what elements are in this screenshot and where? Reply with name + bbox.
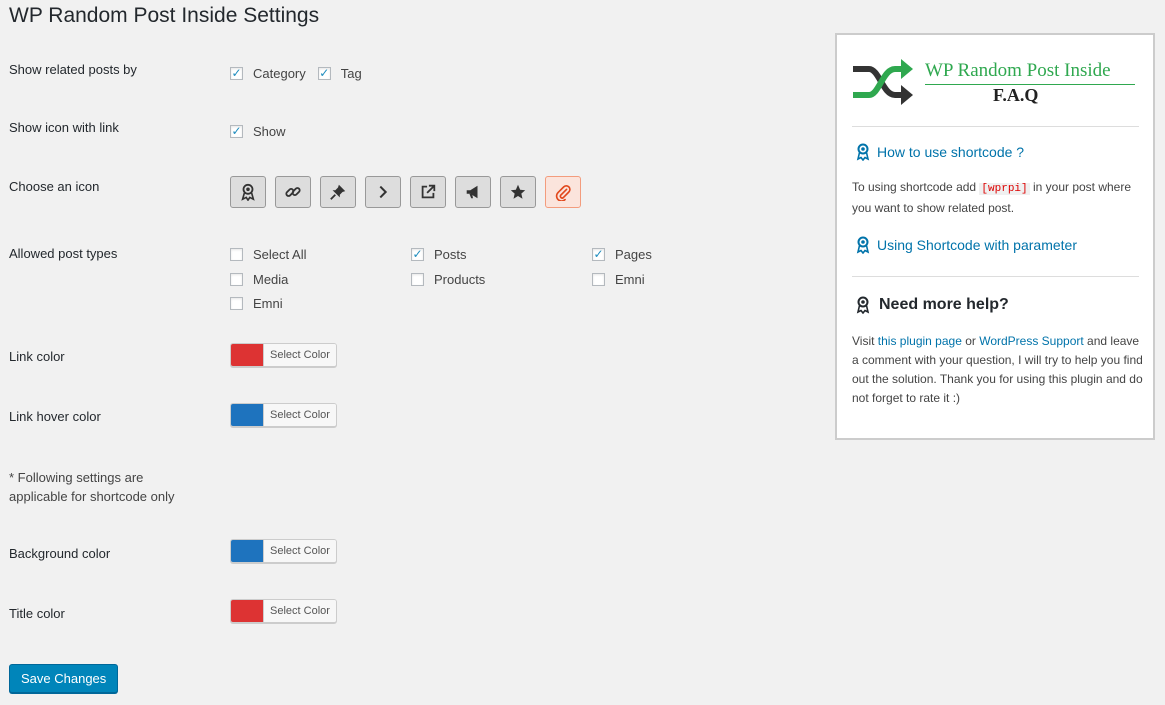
emni-label: Emni xyxy=(615,272,645,287)
icon-option-link[interactable] xyxy=(275,176,311,208)
pin-icon xyxy=(330,184,346,200)
link-color-swatch xyxy=(231,344,263,366)
link-icon xyxy=(285,187,301,197)
star-icon xyxy=(510,184,526,199)
plugin-page-link[interactable]: this plugin page xyxy=(878,334,962,348)
related-by-options: ✓ Category ✓ Tag xyxy=(230,66,362,81)
related-by-label: Show related posts by xyxy=(9,62,137,77)
check-icon: ✓ xyxy=(593,247,604,261)
chevron-right-icon xyxy=(379,185,388,199)
brand-subtitle: F.A.Q xyxy=(993,85,1039,105)
show-icon-option: ✓ Show xyxy=(230,124,286,139)
pages-label: Pages xyxy=(615,247,652,262)
products-checkbox[interactable] xyxy=(411,273,424,286)
award-icon xyxy=(856,296,870,314)
choose-icon-label: Choose an icon xyxy=(9,179,100,194)
wordpress-support-link[interactable]: WordPress Support xyxy=(979,334,1084,348)
link-color-label: Link color xyxy=(9,349,65,364)
select-color-button[interactable]: Select Color xyxy=(263,600,336,622)
faq-panel: WP Random Post Inside F.A.Q How to use s… xyxy=(835,33,1155,440)
show-icon-label: Show icon with link xyxy=(9,120,119,135)
media-label: Media xyxy=(253,272,289,287)
emni-label-2: Emni xyxy=(253,296,283,311)
background-color-picker[interactable]: Select Color xyxy=(230,539,337,563)
shortcode-instructions: To using shortcode add [wprpi] in your p… xyxy=(852,178,1147,218)
shortcode-code: [wprpi] xyxy=(979,183,1030,195)
megaphone-icon xyxy=(466,185,478,199)
posts-label: Posts xyxy=(434,247,467,262)
icon-option-chevron[interactable] xyxy=(365,176,401,208)
shortcode-parameter-label: Using Shortcode with parameter xyxy=(877,237,1077,253)
show-icon-checkbox-label: Show xyxy=(253,124,286,139)
tag-checkbox[interactable]: ✓ xyxy=(317,66,331,80)
title-color-picker[interactable]: Select Color xyxy=(230,599,337,623)
background-color-label: Background color xyxy=(9,546,111,561)
help-title: Need more help? xyxy=(855,296,1009,314)
brand-title: WP Random Post Inside xyxy=(925,60,1111,81)
paperclip-icon xyxy=(555,185,571,201)
help-text: Visit this plugin page or WordPress Supp… xyxy=(852,332,1147,408)
check-icon: ✓ xyxy=(231,124,242,138)
emni-checkbox-2[interactable] xyxy=(230,297,243,310)
divider xyxy=(852,276,1139,277)
award-icon xyxy=(241,183,255,201)
link-hover-color-label: Link hover color xyxy=(9,409,101,424)
icon-option-award[interactable] xyxy=(230,176,266,208)
link-hover-color-swatch xyxy=(231,404,263,426)
products-label: Products xyxy=(434,272,486,287)
category-checkbox[interactable]: ✓ xyxy=(230,67,243,80)
category-checkbox-label: Category xyxy=(253,66,306,81)
help-text-visit: Visit xyxy=(852,334,878,348)
posts-checkbox[interactable]: ✓ xyxy=(411,248,424,261)
instructions-text-start: To using shortcode add xyxy=(852,180,980,194)
shortcode-parameter-link[interactable]: Using Shortcode with parameter xyxy=(855,236,1077,254)
pages-checkbox[interactable]: ✓ xyxy=(592,248,605,261)
icon-option-external[interactable] xyxy=(410,176,446,208)
award-icon xyxy=(856,143,870,161)
icon-option-star[interactable] xyxy=(500,176,536,208)
page-title: WP Random Post Inside Settings xyxy=(9,4,320,27)
tag-checkbox-label: Tag xyxy=(340,66,362,81)
help-title-label: Need more help? xyxy=(879,296,1009,313)
select-all-checkbox[interactable] xyxy=(230,248,243,261)
how-to-use-shortcode-link[interactable]: How to use shortcode ? xyxy=(855,143,1024,161)
select-color-button[interactable]: Select Color xyxy=(263,540,336,562)
how-to-use-shortcode-label: How to use shortcode ? xyxy=(877,144,1025,160)
shortcode-note: * Following settings are applicable for … xyxy=(9,470,175,504)
shuffle-logo-icon xyxy=(853,59,913,105)
check-icon: ✓ xyxy=(412,247,423,261)
select-all-label: Select All xyxy=(253,247,307,262)
link-hover-color-picker[interactable]: Select Color xyxy=(230,403,337,427)
title-color-swatch xyxy=(231,600,263,622)
show-icon-checkbox[interactable]: ✓ xyxy=(230,125,243,138)
icon-option-pin[interactable] xyxy=(320,176,356,208)
external-link-icon xyxy=(421,184,436,199)
icon-option-paperclip[interactable] xyxy=(545,176,581,208)
check-icon: ✓ xyxy=(231,66,242,80)
icon-option-megaphone[interactable] xyxy=(455,176,491,208)
divider xyxy=(852,126,1139,127)
check-icon: ✓ xyxy=(319,66,330,80)
award-icon xyxy=(856,236,870,254)
link-color-picker[interactable]: Select Color xyxy=(230,343,337,367)
background-color-swatch xyxy=(231,540,263,562)
save-changes-button[interactable]: Save Changes xyxy=(9,664,119,693)
post-types-label: Allowed post types xyxy=(9,246,118,261)
post-types-options: Select All ✓ Posts ✓ Pages Media Product… xyxy=(230,247,652,311)
emni-checkbox[interactable] xyxy=(592,273,605,286)
media-checkbox[interactable] xyxy=(230,273,243,286)
icon-choices xyxy=(230,176,590,208)
help-text-or: or xyxy=(961,334,980,348)
title-color-label: Title color xyxy=(9,606,65,621)
select-color-button[interactable]: Select Color xyxy=(263,344,336,366)
select-color-button[interactable]: Select Color xyxy=(263,404,336,426)
